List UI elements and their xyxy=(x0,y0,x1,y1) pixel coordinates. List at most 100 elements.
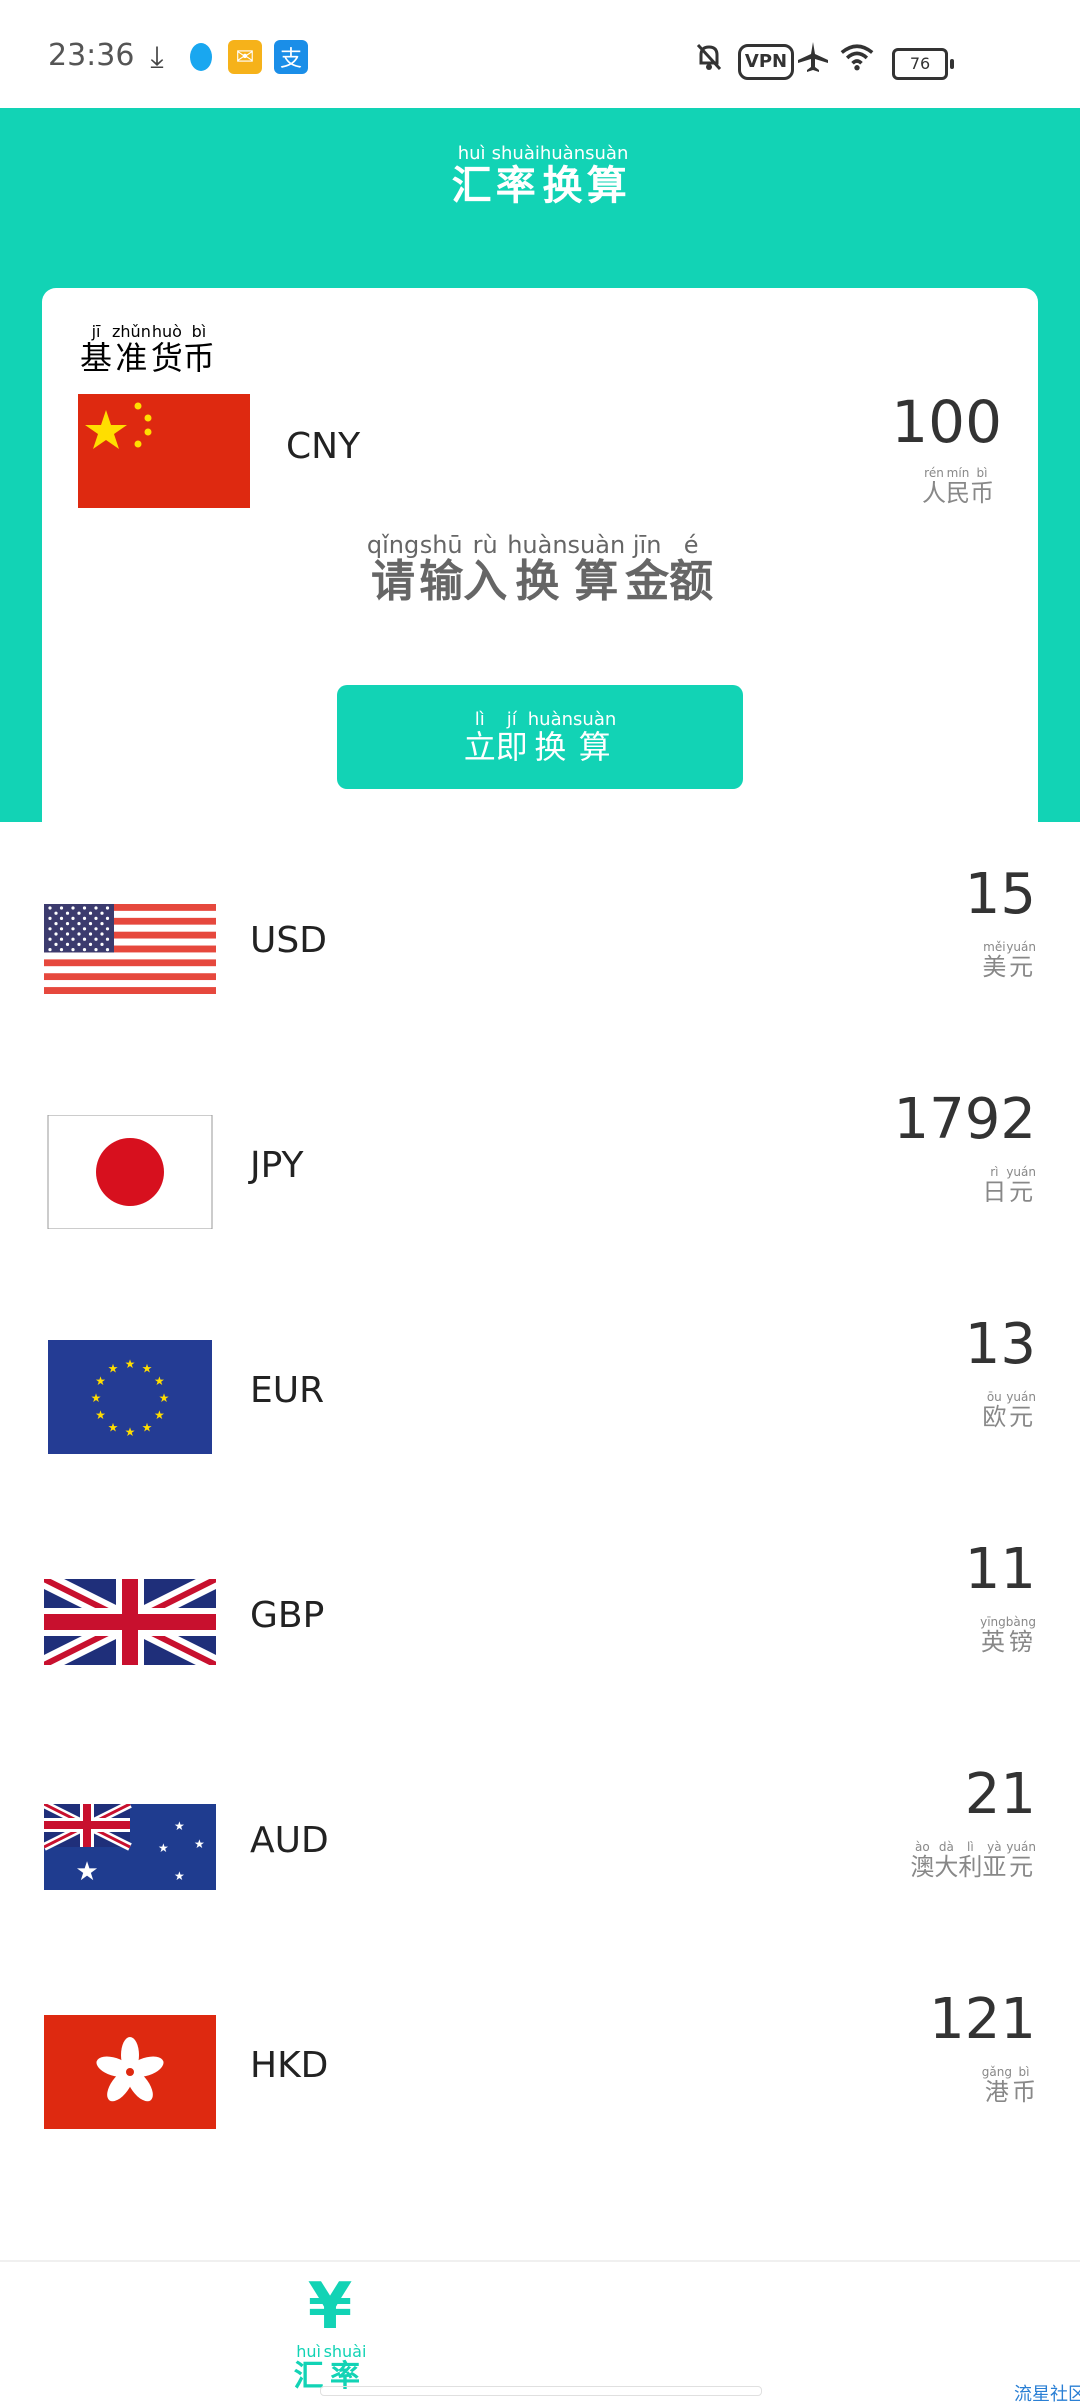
us-flag-graphic xyxy=(44,904,216,994)
hanzi-text: 汇 xyxy=(293,2359,324,2394)
currency-row[interactable]: USD 15 měi 美 yuán 元 xyxy=(0,862,1080,1115)
ruby-char: bàng 镑 xyxy=(1006,1615,1036,1655)
mail-icon: ✉ xyxy=(228,40,262,74)
ruby-char: shū 输 xyxy=(419,532,463,606)
svg-text:★: ★ xyxy=(125,1357,136,1371)
base-currency-card: jī 基 zhǔn 准 huò 货 bì 币 CNY 100 rén 人 mín 民 bì 币 qǐng… xyxy=(42,288,1038,968)
wifi-icon xyxy=(840,40,874,74)
nav-item-exchange[interactable]: ¥ huì 汇 shuài 率 xyxy=(290,2272,370,2393)
convert-now-button[interactable]: lì 立 jí 即 huàn 换 suàn 算 xyxy=(337,685,743,789)
currency-name-ruby: gǎng 港 bì 币 xyxy=(982,2065,1036,2105)
pinyin-text: gǎng xyxy=(981,2065,1012,2079)
pinyin-text: huàn xyxy=(539,143,586,164)
status-bar: 23:36 ⤓ ✉ 支 VPN 76 xyxy=(0,0,1080,108)
ruby-char: bì 币 xyxy=(970,466,994,506)
currency-row[interactable]: JPY 1792 rì 日 yuán 元 xyxy=(0,1087,1080,1340)
currency-name: rì 日 yuán 元 xyxy=(982,1161,1036,1205)
pinyin-text: měi xyxy=(983,940,1006,954)
ruby-char: rén 人 xyxy=(922,466,946,506)
pinyin-text: shuài xyxy=(491,143,540,164)
currency-code: EUR xyxy=(250,1370,325,1411)
hanzi-text: 算 xyxy=(578,728,611,766)
hanzi-text: 算 xyxy=(586,163,627,209)
base-currency-code[interactable]: CNY xyxy=(286,426,360,467)
amount-input[interactable]: qǐng 请 shū 输 rù 入 huàn 换 suàn 算 jīn 金 é 额 xyxy=(42,532,1038,606)
gb-flag-icon xyxy=(39,1570,221,1693)
svg-text:★: ★ xyxy=(95,1408,106,1422)
pinyin-text: yuán xyxy=(1006,1165,1036,1179)
svg-text:★: ★ xyxy=(108,1362,119,1376)
ruby-char: huàn 换 xyxy=(507,532,567,606)
pinyin-text: ōu xyxy=(986,1390,1002,1404)
ruby-char: gǎng 港 xyxy=(982,2065,1012,2105)
svg-text:★: ★ xyxy=(174,1819,185,1833)
hanzi-text: 元 xyxy=(1009,1853,1034,1881)
hanzi-text: 金 xyxy=(625,556,670,607)
ruby-char: lì 立 xyxy=(464,710,496,765)
svg-text:★: ★ xyxy=(194,1837,205,1851)
ruby-char: jīn 金 xyxy=(625,532,669,606)
ruby-char: rì 日 xyxy=(982,1165,1006,1205)
converted-amount: 15 xyxy=(964,862,1036,927)
hanzi-text: 准 xyxy=(115,339,148,377)
jp-flag-graphic xyxy=(47,1114,213,1230)
hanzi-text: 算 xyxy=(574,556,619,607)
hanzi-text: 即 xyxy=(495,728,528,766)
home-indicator[interactable] xyxy=(320,2386,762,2396)
ruby-char: shuài 率 xyxy=(491,143,540,209)
currency-row[interactable]: GBP 11 yīng 英 bàng 镑 xyxy=(0,1537,1080,1790)
au-flag-graphic: ★ ★ ★ ★ ★ xyxy=(42,1800,216,1890)
ruby-char: yuán 元 xyxy=(1006,940,1036,980)
svg-text:★: ★ xyxy=(95,1374,106,1388)
pinyin-text: jīn xyxy=(632,531,662,559)
converted-amount: 121 xyxy=(929,1987,1036,2052)
ruby-char: é额 xyxy=(669,532,713,606)
ruby-char: lì 利 xyxy=(958,1840,982,1880)
hanzi-text: 输 xyxy=(419,556,464,607)
hanzi-text: 人 xyxy=(922,479,946,507)
hanzi-text: 亚 xyxy=(982,1853,1007,1881)
ruby-char: yuán 元 xyxy=(1006,1390,1036,1430)
currency-row[interactable]: ★ ★ ★ ★ ★ AUD 21 ào 澳 dà 大 lì 利 yà 亚 yuán 元 xyxy=(0,1762,1080,2015)
ruby-char: yuán 元 xyxy=(1006,1165,1036,1205)
cn-flag-icon[interactable] xyxy=(78,394,250,508)
hanzi-text: 币 xyxy=(1012,2078,1036,2106)
jp-flag-icon xyxy=(44,1114,216,1230)
svg-text:★: ★ xyxy=(75,1857,98,1887)
ruby-char: suàn 算 xyxy=(573,710,616,766)
currency-code: GBP xyxy=(250,1595,325,1636)
au-flag-icon: ★ ★ ★ ★ ★ xyxy=(42,1800,216,1918)
base-amount: 100 xyxy=(891,388,1002,456)
ruby-char: ōu 欧 xyxy=(982,1390,1006,1430)
ruby-char: zhǔn 准 xyxy=(112,323,151,377)
base-currency-label: jī 基 zhǔn 准 huò 货 bì 币 xyxy=(80,322,215,377)
status-time: 23:36 xyxy=(48,38,135,73)
pinyin-text: bì xyxy=(976,466,988,480)
alipay-icon: 支 xyxy=(274,40,308,74)
currency-name-ruby: yīng 英 bàng 镑 xyxy=(980,1615,1036,1655)
hanzi-text: 元 xyxy=(1009,1403,1034,1431)
ruby-char: ào 澳 xyxy=(910,1840,934,1880)
ruby-char: qǐng 请 xyxy=(367,532,419,606)
currency-row[interactable]: HKD 121 gǎng 港 bì 币 xyxy=(0,1987,1080,2240)
ruby-char: yà 亚 xyxy=(982,1840,1006,1880)
hanzi-text: 换 xyxy=(534,728,567,766)
currency-name-ruby: měi 美 yuán 元 xyxy=(982,940,1036,980)
airplane-icon xyxy=(796,40,830,74)
hanzi-text: 澳 xyxy=(910,1853,935,1881)
pinyin-text: shū xyxy=(419,531,463,559)
hk-flag-icon xyxy=(44,2015,216,2129)
currency-name: yīng 英 bàng 镑 xyxy=(980,1611,1036,1655)
hk-flag-graphic xyxy=(44,2015,216,2129)
pinyin-text: yuán xyxy=(1006,940,1036,954)
pinyin-text: rì xyxy=(990,1165,999,1179)
ruby-char: jī 基 xyxy=(80,323,112,376)
vpn-badge: VPN xyxy=(738,44,794,80)
pinyin-text: yà xyxy=(987,1840,1002,1854)
qq-icon xyxy=(184,40,218,74)
ruby-char: huàn 换 xyxy=(539,143,586,209)
currency-row[interactable]: ★ ★ ★ ★ ★ ★ ★ ★ ★ ★ ★ ★ EUR 13 ōu 欧 yuán 元 xyxy=(0,1312,1080,1565)
currency-code: USD xyxy=(250,920,327,961)
yen-icon: ¥ xyxy=(307,2270,353,2344)
us-flag-icon xyxy=(44,904,216,1018)
